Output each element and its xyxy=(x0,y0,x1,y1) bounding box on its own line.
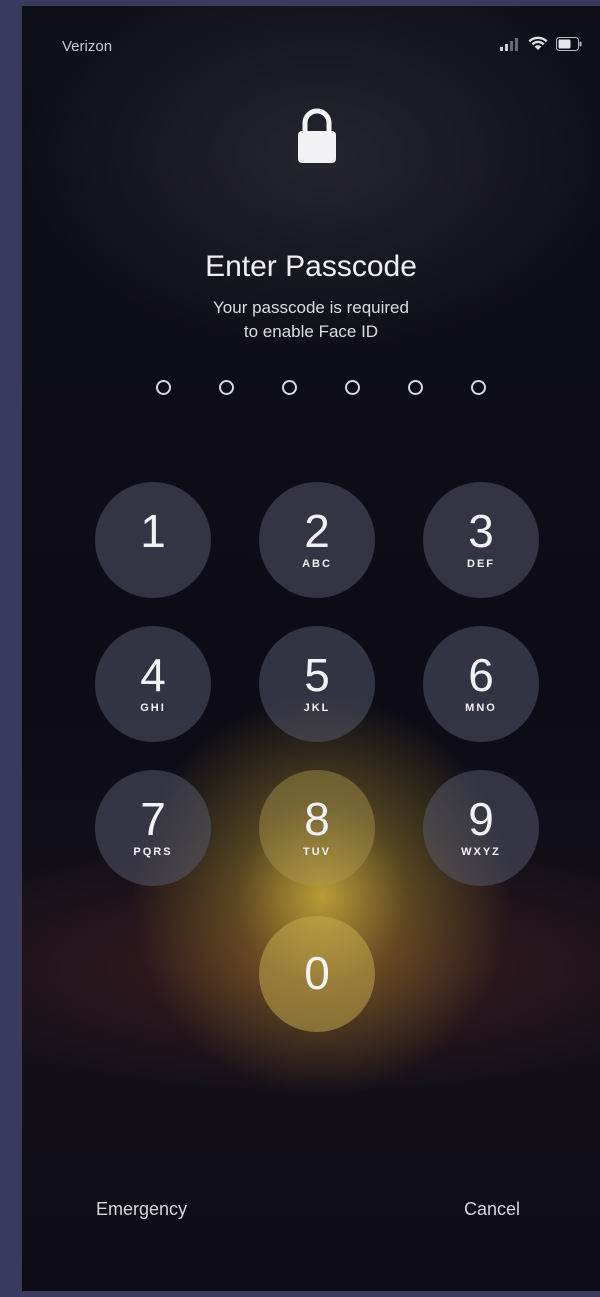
key-digit: 7 xyxy=(140,793,166,845)
key-digit: 3 xyxy=(468,505,494,557)
lock-screen: Verizon Enter Passcode Your passcode is … xyxy=(22,6,600,1291)
key-digit: 1 xyxy=(140,505,166,557)
key-letters: WXYZ xyxy=(461,846,501,858)
key-5[interactable]: 5 JKL xyxy=(259,626,375,742)
passcode-dot xyxy=(408,380,423,395)
status-icons xyxy=(500,36,582,51)
key-digit: 5 xyxy=(304,649,330,701)
key-letters: GHI xyxy=(140,702,166,714)
key-letters: JKL xyxy=(303,702,331,714)
key-6[interactable]: 6 MNO xyxy=(423,626,539,742)
key-letters: DEF xyxy=(467,558,495,570)
key-7[interactable]: 7 PQRS xyxy=(95,770,211,886)
passcode-dots xyxy=(156,380,486,395)
passcode-dot xyxy=(282,380,297,395)
passcode-dot xyxy=(345,380,360,395)
key-0[interactable]: 0 xyxy=(259,916,375,1032)
page-title: Enter Passcode xyxy=(205,250,417,283)
lock-icon xyxy=(298,108,336,163)
key-letters: MNO xyxy=(465,702,497,714)
key-digit: 6 xyxy=(468,649,494,701)
key-8[interactable]: 8 TUV xyxy=(259,770,375,886)
key-digit: 2 xyxy=(304,505,330,557)
key-2[interactable]: 2 ABC xyxy=(259,482,375,598)
key-letters: ABC xyxy=(302,558,332,570)
cancel-button[interactable]: Cancel xyxy=(464,1199,520,1220)
status-bar: Verizon xyxy=(22,6,600,76)
key-digit: 8 xyxy=(304,793,330,845)
passcode-dot xyxy=(471,380,486,395)
key-9[interactable]: 9 WXYZ xyxy=(423,770,539,886)
passcode-reason: Your passcode is required to enable Face… xyxy=(22,296,600,344)
key-3[interactable]: 3 DEF xyxy=(423,482,539,598)
key-letters: TUV xyxy=(303,846,331,858)
battery-icon xyxy=(556,36,582,51)
key-4[interactable]: 4 GHI xyxy=(95,626,211,742)
passcode-dot xyxy=(219,380,234,395)
key-digit: 9 xyxy=(468,793,494,845)
key-letters: PQRS xyxy=(133,846,173,858)
signal-icon xyxy=(500,37,518,51)
key-1[interactable]: 1 xyxy=(95,482,211,598)
passcode-dot xyxy=(156,380,171,395)
subtitle-line-2: to enable Face ID xyxy=(243,322,379,341)
key-digit: 4 xyxy=(140,649,166,701)
emergency-button[interactable]: Emergency xyxy=(96,1199,187,1220)
subtitle-line-1: Your passcode is required xyxy=(213,298,409,317)
carrier-name: Verizon xyxy=(62,38,113,55)
key-digit: 0 xyxy=(304,947,330,999)
wifi-icon xyxy=(528,36,548,50)
